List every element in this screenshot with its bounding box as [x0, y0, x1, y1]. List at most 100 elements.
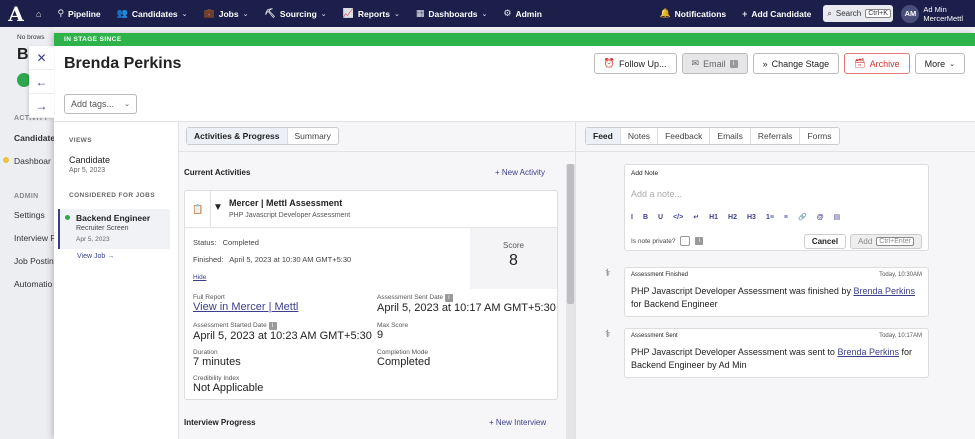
started-date-field: Assessment Started Date i April 5, 2023 …: [193, 322, 372, 342]
divider: [179, 151, 575, 152]
assessment-subtitle: PHP Javascript Developer Assessment: [229, 212, 351, 219]
note-buttons: Cancel Add Ctrl+Enter: [803, 234, 922, 249]
tab-forms[interactable]: Forms: [800, 128, 838, 144]
job-item[interactable]: Backend Engineer Recruiter Screen Apr 5,…: [58, 209, 170, 249]
close-button[interactable]: ✕: [29, 46, 54, 70]
search-input[interactable]: ⌕ Search Ctrl+K: [823, 5, 894, 22]
sent-date-field: Assessment Sent Date i April 5, 2023 at …: [377, 294, 556, 314]
nav-item-admin[interactable]: ⚙ Admin: [495, 0, 550, 27]
background-item-settings[interactable]: Settings: [14, 210, 45, 220]
change-stage-button[interactable]: » Change Stage: [752, 53, 840, 74]
home-button[interactable]: ⌂: [28, 0, 49, 27]
archive-button[interactable]: 🗃 Archive: [844, 53, 910, 74]
feed-person-link[interactable]: Brenda Perkins: [837, 347, 899, 357]
tab-feed[interactable]: Feed: [586, 128, 621, 144]
line-break-icon[interactable]: ↵: [693, 213, 699, 221]
notifications-label: Notifications: [674, 8, 727, 19]
archive-icon: 🗃: [854, 58, 866, 68]
duration-value: 7 minutes: [193, 356, 241, 368]
chevron-down-icon: ⌄: [242, 10, 249, 18]
bullet-list-icon[interactable]: ≡: [784, 214, 788, 221]
double-chevron-icon: »: [762, 58, 768, 69]
link-icon[interactable]: 🔗: [798, 213, 807, 221]
tab-referrals[interactable]: Referrals: [751, 128, 801, 144]
background-item-dashboard[interactable]: Dashboar: [14, 156, 51, 166]
finished-value: April 5, 2023 at 10:30 AM GMT+5:30: [229, 255, 352, 264]
add-candidate-button[interactable]: + Add Candidate: [734, 0, 819, 27]
views-heading: VIEWS: [69, 137, 92, 144]
attachment-icon[interactable]: ▤: [834, 213, 841, 221]
feed-subject: PHP Javascript Developer Assessment: [631, 286, 787, 296]
collapse-caret-icon[interactable]: ▼: [213, 202, 223, 213]
tab-summary[interactable]: Summary: [288, 128, 338, 144]
underline-icon[interactable]: U: [658, 214, 663, 221]
background-item-job-posting[interactable]: Job Posting: [14, 256, 58, 266]
bell-icon: 🔔: [659, 8, 671, 18]
cancel-button[interactable]: Cancel: [803, 234, 847, 249]
add-note-button[interactable]: Add Ctrl+Enter: [850, 234, 922, 249]
change-stage-label: Change Stage: [771, 58, 830, 69]
private-checkbox[interactable]: [680, 236, 691, 246]
italic-icon[interactable]: I: [631, 214, 633, 221]
nav-item-pipeline[interactable]: ⚲ Pipeline: [49, 0, 108, 27]
code-icon[interactable]: </>: [673, 214, 683, 221]
completion-mode-value: Completed: [377, 356, 431, 368]
hide-link[interactable]: Hide: [193, 274, 206, 281]
heading-2-icon[interactable]: H2: [728, 214, 737, 221]
nav-item-candidates[interactable]: 👥 Candidates ⌄: [109, 0, 196, 27]
background-item-candidate[interactable]: Candidate: [14, 133, 55, 143]
notifications-button[interactable]: 🔔 Notifications: [651, 0, 734, 27]
more-button[interactable]: More ⌄: [914, 53, 965, 74]
chevron-down-icon: ⌄: [124, 101, 130, 108]
candidate-name: Brenda Perkins: [64, 55, 182, 72]
sourcing-icon: ⛏: [264, 8, 276, 18]
view-job-link[interactable]: View Job →: [77, 253, 114, 260]
tab-notes[interactable]: Notes: [621, 128, 659, 144]
nav-item-label: Admin: [515, 8, 542, 19]
tags-dropdown[interactable]: Add tags... ⌄: [64, 94, 137, 114]
people-icon: 👥: [116, 8, 128, 18]
ordered-list-icon[interactable]: 1≡: [766, 214, 774, 221]
heading-3-icon[interactable]: H3: [747, 214, 756, 221]
sent-date-label-text: Assessment Sent Date: [377, 294, 444, 301]
nav-item-reports[interactable]: 📈 Reports ⌄: [335, 0, 408, 27]
tab-feedback[interactable]: Feedback: [658, 128, 711, 144]
score-box: Score 8: [470, 228, 557, 289]
tab-activities-progress[interactable]: Activities & Progress: [187, 128, 288, 144]
new-interview-button[interactable]: + New Interview: [489, 418, 546, 427]
nav-item-label: Jobs: [218, 8, 239, 19]
background-item-interview[interactable]: Interview F: [14, 233, 56, 243]
heading-1-icon[interactable]: H1: [709, 214, 718, 221]
bold-icon[interactable]: B: [643, 214, 648, 221]
user-menu[interactable]: Ad Min MercerMettl: [923, 5, 963, 23]
feed-job: Backend Engineer: [631, 360, 705, 370]
divider: [576, 151, 975, 152]
nav-menu: ⚲ Pipeline 👥 Candidates ⌄ 💼 Jobs ⌄ ⛏ Sourcing ⌄ 📈 Re…: [49, 0, 549, 27]
next-button[interactable]: →: [29, 94, 54, 118]
mention-icon[interactable]: @: [817, 214, 824, 221]
feed-person-link[interactable]: Brenda Perkins: [853, 286, 915, 296]
avatar[interactable]: AM: [901, 4, 920, 23]
full-report-link[interactable]: View in Mercer | Mettl: [193, 301, 298, 313]
scrollbar[interactable]: [566, 164, 575, 439]
previous-button[interactable]: ←: [29, 70, 54, 94]
duration-label: Duration: [193, 349, 218, 356]
nav-item-sourcing[interactable]: ⛏ Sourcing ⌄: [256, 0, 334, 27]
new-activity-button[interactable]: + New Activity: [495, 168, 545, 177]
chevron-down-icon: ⌄: [320, 10, 327, 18]
background-item-automation[interactable]: Automatio: [14, 279, 52, 289]
score-label: Score: [503, 241, 524, 250]
app-logo[interactable]: A: [4, 0, 28, 27]
tab-emails[interactable]: Emails: [710, 128, 751, 144]
top-navigation: A ⌂ ⚲ Pipeline 👥 Candidates ⌄ 💼 Jobs ⌄ ⛏ Sourcing…: [0, 0, 975, 27]
email-button[interactable]: ✉ Email i: [681, 53, 748, 74]
info-icon: i: [695, 237, 704, 245]
nav-item-dashboards[interactable]: ▦ Dashboards ⌄: [408, 0, 496, 27]
note-input[interactable]: Add a note...: [631, 189, 682, 199]
nav-item-jobs[interactable]: 💼 Jobs ⌄: [196, 0, 257, 27]
nav-right: 🔔 Notifications + Add Candidate ⌕ Search C…: [651, 0, 975, 27]
follow-up-button[interactable]: ⏰ Follow Up...: [593, 53, 677, 74]
more-label: More: [924, 58, 946, 69]
scrollbar-thumb[interactable]: [567, 164, 574, 304]
view-candidate[interactable]: Candidate Apr 5, 2023: [69, 155, 110, 174]
